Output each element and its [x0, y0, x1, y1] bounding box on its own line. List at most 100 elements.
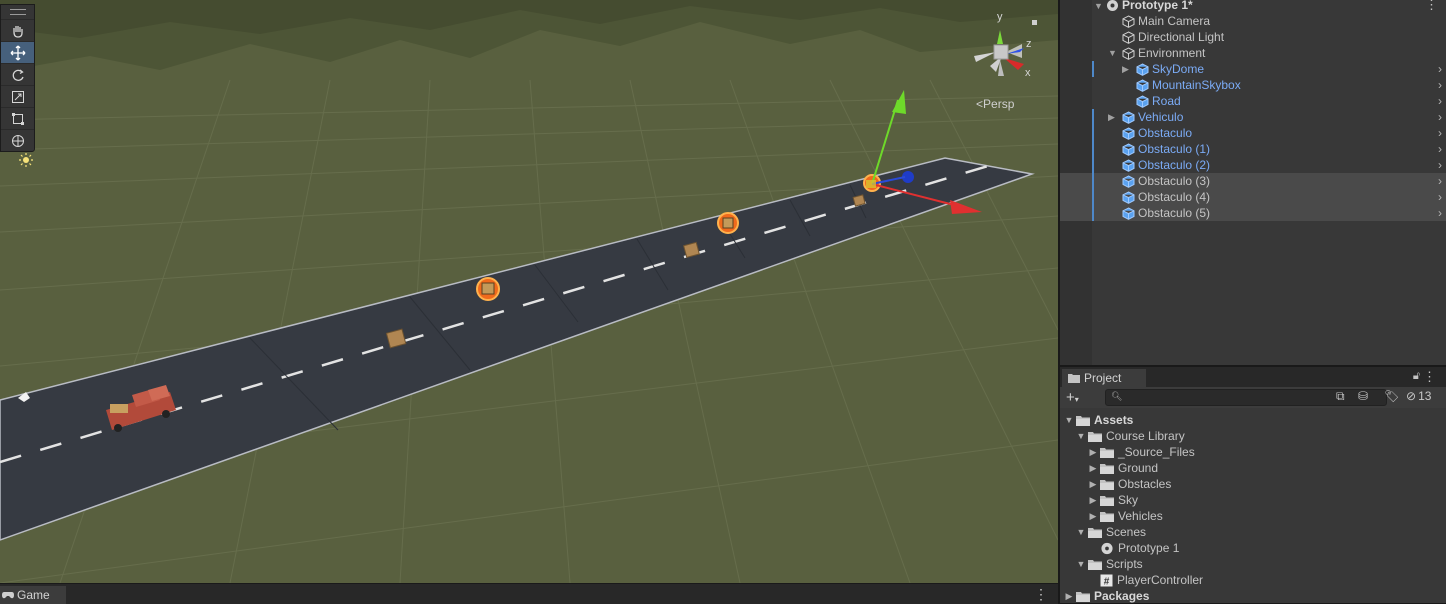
search-by-type-icon[interactable]: ⧉ [1336, 389, 1345, 404]
hierarchy-item[interactable]: ▶ SkyDome › [1060, 61, 1446, 77]
project-folder-item[interactable]: ▶ _Source_Files [1088, 444, 1195, 460]
project-folder-item[interactable]: ▼ Scripts [1076, 556, 1143, 572]
project-tab-bar: Project 🔓︎ ⋮ [1060, 367, 1446, 387]
hierarchy-menu-icon[interactable]: ⋮ [1425, 0, 1438, 13]
palette-grip[interactable] [1, 5, 34, 19]
hierarchy-item[interactable]: Directional Light [1060, 29, 1446, 45]
hierarchy-item[interactable]: MountainSkybox › [1060, 77, 1446, 93]
folder-icon [1100, 511, 1114, 522]
search-icon: 🔍︎ [1111, 391, 1123, 401]
hidden-packages-toggle[interactable]: ⊘ 13 [1406, 389, 1431, 403]
expand-arrow-icon[interactable]: ▶ [1088, 463, 1098, 474]
light-icon[interactable] [19, 153, 33, 167]
hierarchy-item[interactable]: Obstaculo › [1060, 125, 1446, 141]
open-prefab-chevron-icon[interactable]: › [1438, 126, 1442, 140]
prefab-cube-icon [1136, 94, 1149, 108]
gizmo-x-label: x [1025, 67, 1031, 79]
hierarchy-item-label: Obstaculo (4) [1138, 190, 1211, 204]
expand-arrow-icon[interactable]: ▼ [1108, 49, 1117, 58]
expand-arrow-icon[interactable]: ▶ [1088, 511, 1098, 522]
prefab-cube-icon [1122, 142, 1135, 156]
open-prefab-chevron-icon[interactable]: › [1438, 142, 1442, 156]
open-prefab-chevron-icon[interactable]: › [1438, 110, 1442, 124]
open-prefab-chevron-icon[interactable]: › [1438, 206, 1442, 220]
label-tag-icon[interactable]: 🏷︎ [1384, 389, 1399, 403]
tab-project[interactable]: Project [1062, 369, 1146, 387]
hierarchy-item[interactable]: ▶ Vehiculo › [1060, 109, 1446, 125]
transform-tool-icon[interactable] [1, 129, 34, 151]
expand-arrow-icon[interactable]: ▼ [1076, 559, 1086, 569]
open-prefab-chevron-icon[interactable]: › [1438, 158, 1442, 172]
folder-icon [1088, 527, 1102, 538]
expand-arrow-icon[interactable]: ▶ [1122, 65, 1130, 74]
expand-arrow-icon[interactable]: ▼ [1076, 527, 1086, 537]
folder-icon [1076, 591, 1090, 602]
expand-arrow-icon[interactable]: ▶ [1064, 591, 1074, 602]
search-by-label-icon[interactable]: ⛁ [1358, 389, 1368, 403]
hierarchy-item[interactable]: Main Camera [1060, 13, 1446, 29]
orientation-gizmo[interactable] [966, 12, 1038, 92]
project-folder-item[interactable]: ▶ Packages [1064, 588, 1150, 604]
create-asset-button[interactable]: +▾ [1066, 389, 1079, 406]
project-item-label: Vehicles [1118, 509, 1163, 523]
folder-icon [1100, 463, 1114, 474]
open-prefab-chevron-icon[interactable]: › [1438, 174, 1442, 188]
project-folder-item[interactable]: ▶ Sky [1088, 492, 1138, 508]
gizmo-z-label: z [1026, 38, 1032, 50]
expand-arrow-icon[interactable]: ▼ [1076, 431, 1086, 441]
expand-arrow-icon[interactable]: ▶ [1088, 495, 1098, 506]
scene-viewport[interactable] [0, 0, 1058, 583]
selected-obstacle[interactable] [717, 212, 739, 234]
projection-toggle[interactable]: <Persp [976, 97, 1014, 111]
project-folder-item[interactable]: ▼ Assets [1064, 412, 1134, 428]
hierarchy-item[interactable]: Obstaculo (1) › [1060, 141, 1446, 157]
prefab-cube-icon [1122, 206, 1135, 220]
project-toolbar: +▾ 🔍︎ ⧉ ⛁ 🏷︎ ⊘ 13 [1060, 387, 1446, 409]
project-folder-item[interactable]: ▼ Course Library [1076, 428, 1185, 444]
scene-view[interactable]: y z x <Persp [0, 0, 1058, 583]
hierarchy-item-label: Vehiculo [1138, 110, 1184, 124]
open-prefab-chevron-icon[interactable]: › [1438, 78, 1442, 92]
expand-arrow-icon[interactable]: ▶ [1108, 113, 1116, 122]
hand-tool-icon[interactable] [1, 19, 34, 41]
open-prefab-chevron-icon[interactable]: › [1438, 94, 1442, 108]
rect-tool-icon[interactable] [1, 107, 34, 129]
obstacle-crate[interactable] [683, 241, 700, 258]
hierarchy-item[interactable]: Obstaculo (5) › [1060, 205, 1446, 221]
open-prefab-chevron-icon[interactable]: › [1438, 62, 1442, 76]
project-asset-item[interactable]: Prototype 1 [1088, 540, 1179, 556]
expand-arrow-icon[interactable]: ▼ [1064, 415, 1074, 425]
project-menu-icon[interactable]: ⋮ [1423, 369, 1436, 385]
hierarchy-item[interactable]: Road › [1060, 93, 1446, 109]
project-folder-item[interactable]: ▶ Vehicles [1088, 508, 1163, 524]
expand-arrow-icon[interactable]: ▶ [1088, 447, 1098, 458]
hierarchy-scene-row[interactable]: ▼ Prototype 1* ⋮ [1060, 0, 1446, 13]
hierarchy-item-label: Main Camera [1138, 14, 1211, 28]
hierarchy-item-label: Obstaculo (2) [1138, 158, 1211, 172]
persp-arrows-icon: < [976, 97, 984, 111]
gameobject-cube-icon [1122, 46, 1135, 60]
tab-game[interactable]: Game [0, 586, 66, 604]
hierarchy-item-label: Obstaculo (3) [1138, 174, 1211, 188]
lock-icon[interactable]: 🔓︎ [1413, 370, 1420, 383]
obstacle-crate[interactable] [852, 194, 866, 207]
hierarchy-item[interactable]: ▼ Environment [1060, 45, 1446, 61]
project-folder-item[interactable]: ▶ Obstacles [1088, 476, 1172, 492]
project-folder-item[interactable]: ▼ Scenes [1076, 524, 1147, 540]
hierarchy-item[interactable]: Obstaculo (3) › [1060, 173, 1446, 189]
move-tool-icon[interactable] [1, 41, 34, 63]
project-folder-item[interactable]: ▶ Ground [1088, 460, 1159, 476]
game-menu-icon[interactable]: ⋮ [1034, 586, 1048, 603]
hierarchy-item[interactable]: Obstaculo (4) › [1060, 189, 1446, 205]
hidden-count: 13 [1418, 389, 1432, 403]
folder-icon [1076, 415, 1090, 426]
expand-arrow-icon[interactable]: ▶ [1088, 479, 1098, 490]
project-asset-item[interactable]: # PlayerController [1088, 572, 1203, 588]
override-bar [1092, 189, 1094, 205]
expand-arrow-icon[interactable]: ▼ [1094, 2, 1103, 11]
scale-tool-icon[interactable] [1, 85, 34, 107]
open-prefab-chevron-icon[interactable]: › [1438, 190, 1442, 204]
rotate-tool-icon[interactable] [1, 63, 34, 85]
hierarchy-item[interactable]: Obstaculo (2) › [1060, 157, 1446, 173]
selected-obstacle[interactable] [476, 277, 500, 301]
